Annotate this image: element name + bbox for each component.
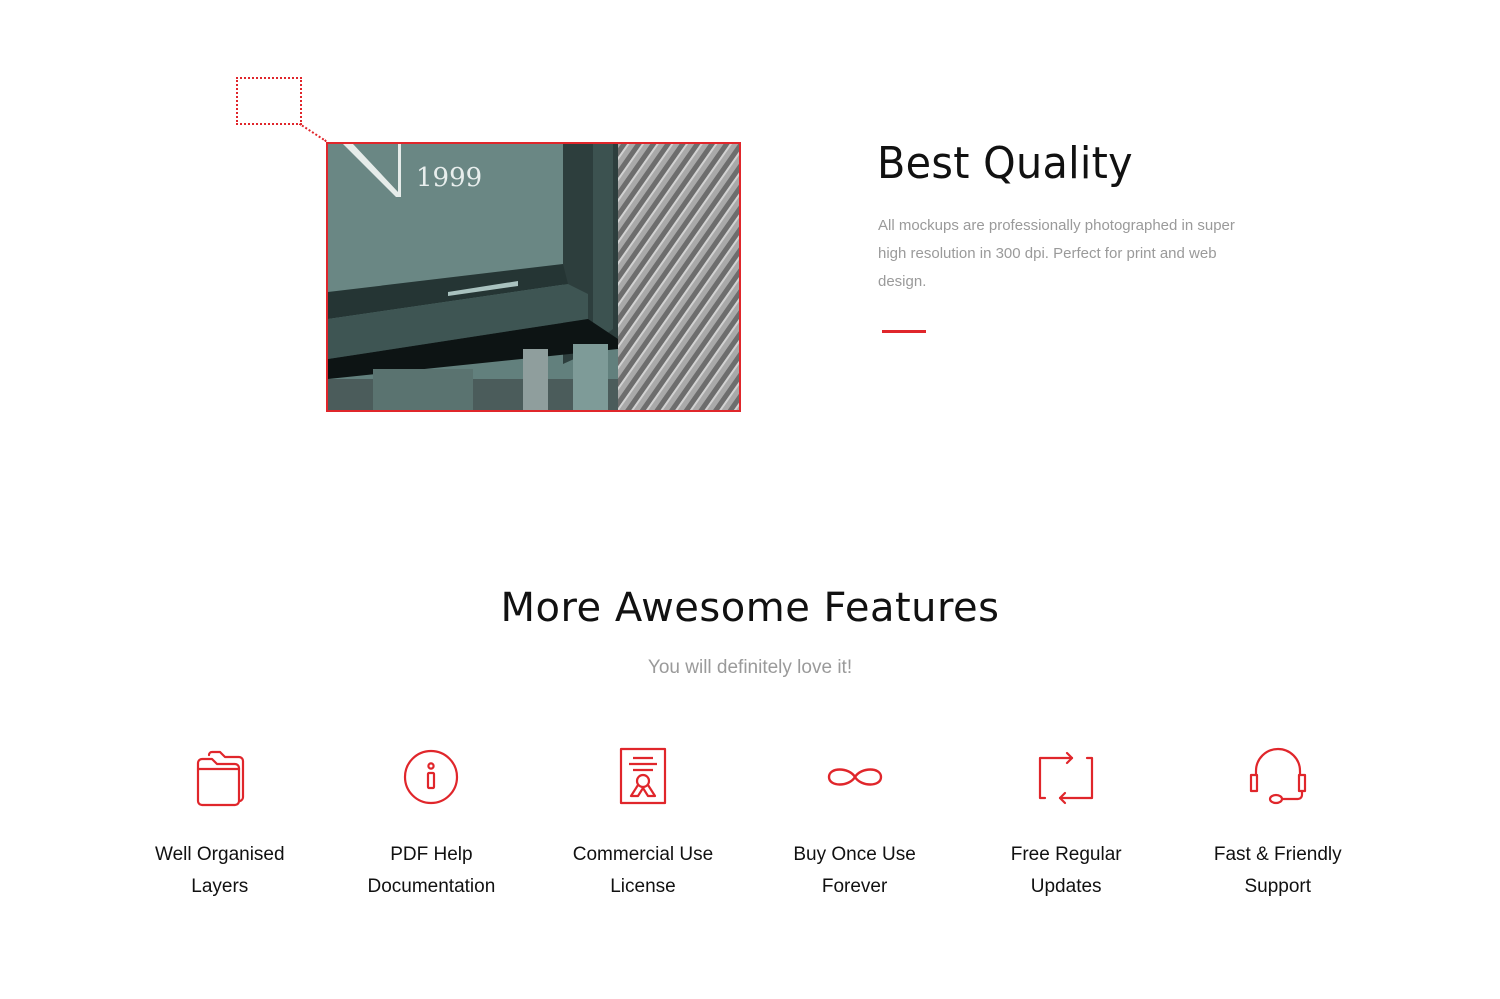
best-quality-title: Best Quality	[877, 138, 1133, 189]
signage-photo: 1999	[328, 144, 739, 410]
zoomed-product-image: 1999	[326, 142, 741, 412]
certificate-icon	[611, 745, 675, 809]
feature-label: Commercial Use License	[572, 844, 714, 897]
feature-item-support: Fast & Friendly Support	[1172, 745, 1384, 903]
zoom-connector-line	[297, 123, 327, 144]
best-quality-description: All mockups are professionally photograp…	[878, 217, 1235, 290]
feature-item-forever: Buy Once Use Forever	[749, 745, 961, 903]
features-subtitle: You will definitely love it!	[647, 657, 853, 678]
info-icon	[399, 745, 463, 809]
feature-label: Fast & Friendly Support	[1213, 844, 1342, 897]
feature-label: PDF Help Documentation	[367, 844, 496, 897]
accent-divider	[882, 330, 926, 333]
feature-label: Free Regular Updates	[1010, 844, 1122, 897]
infinity-icon	[823, 745, 887, 809]
feature-item-layers: Well Organised Layers	[114, 745, 326, 903]
feature-item-license: Commercial Use License	[537, 745, 749, 903]
refresh-icon	[1034, 745, 1098, 809]
features-title: More Awesome Features	[500, 585, 1000, 631]
feature-label: Buy Once Use Forever	[793, 844, 916, 897]
folder-icon	[188, 745, 252, 809]
headset-icon	[1246, 745, 1310, 809]
features-grid: Well Organised Layers PDF Help Documenta…	[114, 745, 1384, 903]
preview-image-text: 1999	[416, 163, 482, 193]
feature-label: Well Organised Layers	[155, 844, 285, 897]
zoom-source-marker	[236, 77, 302, 125]
feature-item-updates: Free Regular Updates	[960, 745, 1172, 903]
feature-item-documentation: PDF Help Documentation	[326, 745, 538, 903]
